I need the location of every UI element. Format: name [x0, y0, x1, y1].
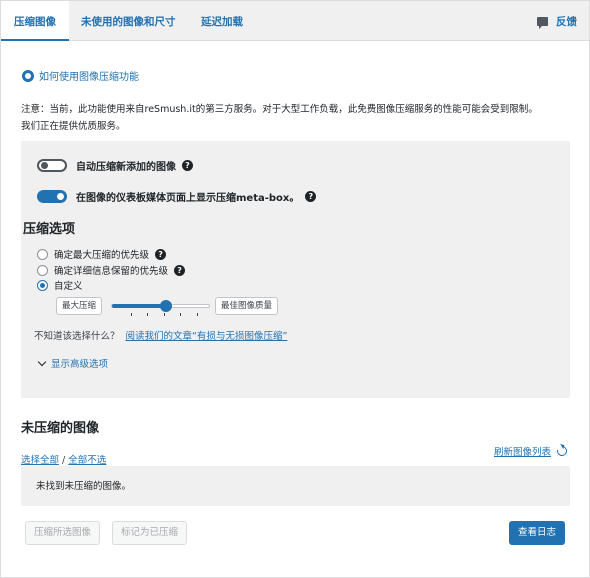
- select-all-link[interactable]: 选择全部: [21, 455, 59, 466]
- chevron-down-icon: [37, 357, 47, 366]
- advanced-options-label: 显示高级选项: [51, 359, 109, 370]
- mark-compressed-button[interactable]: 标记为已压缩: [112, 521, 188, 545]
- notice-line-1: 注意：当前，此功能使用来自reSmush.it的第三方服务。对于大型工作负载，此…: [21, 104, 538, 115]
- lifebuoy-icon: [22, 69, 34, 82]
- empty-message: 未找到未压缩的图像。: [36, 481, 132, 492]
- slider-max-label: 最佳图像质量: [215, 297, 279, 315]
- service-notice: 注意：当前，此功能使用来自reSmush.it的第三方服务。对于大型工作负载，此…: [21, 101, 576, 135]
- show-advanced-options[interactable]: 显示高级选项: [37, 356, 109, 370]
- selection-links: 选择全部 / 全部不选: [21, 452, 106, 466]
- radio-preserve-details-input[interactable]: [37, 264, 48, 276]
- radio-preserve-details[interactable]: 确定详细信息保留的优先级 ?: [37, 263, 186, 277]
- tab-compress-images[interactable]: 压缩图像: [1, 1, 69, 41]
- radio-custom[interactable]: 自定义: [37, 278, 83, 292]
- refresh-label: 刷新图像列表: [493, 447, 551, 458]
- uncompressed-images-title: 未压缩的图像: [21, 421, 100, 436]
- slider-tick: [131, 313, 132, 316]
- meta-box-row: 在图像的仪表板媒体页面上显示压缩meta-box。 ?: [37, 189, 317, 204]
- help-link[interactable]: 如何使用图像压缩功能: [22, 68, 139, 83]
- radio-max-compression-label: 确定最大压缩的优先级: [54, 250, 150, 261]
- radio-preserve-details-label: 确定详细信息保留的优先级: [54, 266, 169, 277]
- radio-max-compression-input[interactable]: [37, 248, 48, 260]
- slider-handle[interactable]: [160, 300, 172, 312]
- help-question-icon[interactable]: ?: [155, 248, 167, 260]
- lossy-lossless-article-link[interactable]: 阅读我们的文章“有损与无损图像压缩”: [126, 331, 288, 342]
- radio-max-compression[interactable]: 确定最大压缩的优先级 ?: [37, 247, 167, 261]
- radio-custom-label: 自定义: [54, 281, 83, 292]
- view-log-button[interactable]: 查看日志: [508, 521, 565, 545]
- slider-fill: [112, 304, 166, 308]
- quality-slider: 最大压缩 最佳图像质量: [56, 297, 316, 319]
- slider-tick: [164, 313, 165, 316]
- auto-compress-label: 自动压缩新添加的图像: [76, 162, 176, 173]
- feedback-button[interactable]: 反馈: [537, 1, 577, 41]
- radio-custom-input[interactable]: [37, 279, 48, 291]
- chat-icon: [537, 16, 548, 29]
- feedback-label: 反馈: [556, 15, 577, 28]
- tab-bar: 压缩图像 未使用的图像和尺寸 延迟加载 反馈: [1, 1, 589, 41]
- meta-box-toggle[interactable]: [37, 190, 67, 203]
- compression-options-title: 压缩选项: [23, 222, 76, 237]
- selection-separator: /: [62, 455, 66, 466]
- compress-selected-button[interactable]: 压缩所选图像: [25, 521, 101, 545]
- image-compression-panel: 压缩图像 未使用的图像和尺寸 延迟加载 反馈 如何使用图像压缩功能 注意：当前，…: [0, 0, 590, 578]
- help-question-icon[interactable]: ?: [182, 160, 193, 171]
- slider-tick: [147, 313, 148, 316]
- meta-box-label: 在图像的仪表板媒体页面上显示压缩meta-box。: [76, 193, 300, 204]
- tab-lazy-load[interactable]: 延迟加载: [201, 1, 243, 41]
- tab-unused-images[interactable]: 未使用的图像和尺寸: [81, 1, 176, 41]
- auto-compress-toggle[interactable]: [37, 159, 67, 172]
- compression-hint: 不知道该选择什么？ 阅读我们的文章“有损与无损图像压缩”: [34, 328, 287, 342]
- help-question-icon[interactable]: ?: [305, 191, 317, 202]
- slider-min-label: 最大压缩: [56, 297, 103, 315]
- select-none-link[interactable]: 全部不选: [68, 455, 106, 466]
- refresh-image-list[interactable]: 刷新图像列表: [493, 444, 569, 458]
- refresh-icon: [555, 444, 569, 458]
- help-question-icon[interactable]: ?: [174, 264, 186, 276]
- uncompressed-list: 未找到未压缩的图像。: [21, 466, 570, 506]
- slider-track[interactable]: [111, 300, 210, 312]
- hint-text: 不知道该选择什么？: [34, 331, 120, 342]
- slider-tick: [197, 313, 198, 316]
- notice-line-2: 我们正在提供优质服务。: [21, 121, 126, 132]
- auto-compress-row: 自动压缩新添加的图像 ?: [37, 158, 193, 173]
- help-link-label: 如何使用图像压缩功能: [39, 72, 139, 83]
- slider-tick: [180, 313, 181, 316]
